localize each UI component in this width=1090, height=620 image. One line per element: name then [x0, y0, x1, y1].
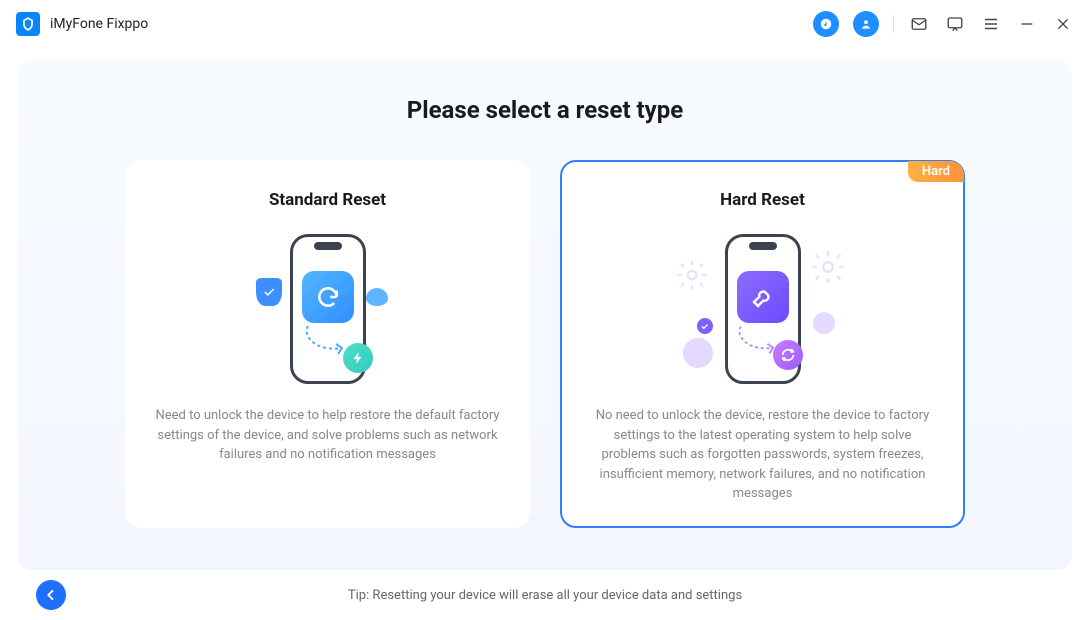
standard-reset-illustration [238, 228, 418, 388]
card-hard-title: Hard Reset [720, 190, 805, 210]
page-title: Please select a reset type [407, 96, 683, 124]
shield-icon [256, 278, 282, 306]
feedback-icon[interactable] [944, 13, 966, 35]
card-standard-title: Standard Reset [269, 190, 386, 210]
mail-icon[interactable] [908, 13, 930, 35]
app-logo-icon [16, 12, 40, 36]
bolt-badge-icon [343, 343, 373, 373]
gear-icon [809, 248, 847, 286]
divider [893, 15, 894, 33]
main-panel: Please select a reset type Standard Rese… [18, 60, 1072, 570]
back-button[interactable] [36, 580, 66, 610]
hard-reset-illustration [673, 228, 853, 388]
close-icon[interactable] [1052, 13, 1074, 35]
wrench-app-icon [737, 271, 789, 323]
arrow-path-icon [302, 324, 346, 358]
titlebar: iMyFone Fixppo [0, 0, 1090, 48]
arrow-path-icon [735, 324, 777, 358]
account-icon[interactable] [853, 11, 879, 37]
sync-badge-icon [773, 340, 803, 370]
hard-badge: Hard [908, 161, 964, 182]
tip-text: Tip: Resetting your device will erase al… [348, 588, 742, 603]
gear-icon [675, 258, 709, 292]
card-standard-reset[interactable]: Standard Reset Need to unlock the device… [125, 160, 530, 528]
titlebar-left: iMyFone Fixppo [16, 12, 148, 36]
music-store-icon[interactable] [813, 11, 839, 37]
card-hard-reset[interactable]: Hard Hard Reset No [560, 160, 965, 528]
minimize-icon[interactable] [1016, 13, 1038, 35]
check-badge-icon [697, 318, 713, 334]
cards-row: Standard Reset Need to unlock the device… [108, 160, 982, 528]
dot-icon [683, 338, 713, 368]
app-name: iMyFone Fixppo [50, 16, 148, 32]
menu-icon[interactable] [980, 13, 1002, 35]
bottom-area: Tip: Resetting your device will erase al… [0, 570, 1090, 620]
card-standard-desc: Need to unlock the device to help restor… [153, 406, 502, 465]
titlebar-right [813, 11, 1074, 37]
cloud-icon [366, 288, 388, 306]
refresh-app-icon [302, 271, 354, 323]
dot-icon [813, 312, 835, 334]
card-hard-desc: No need to unlock the device, restore th… [588, 406, 937, 504]
